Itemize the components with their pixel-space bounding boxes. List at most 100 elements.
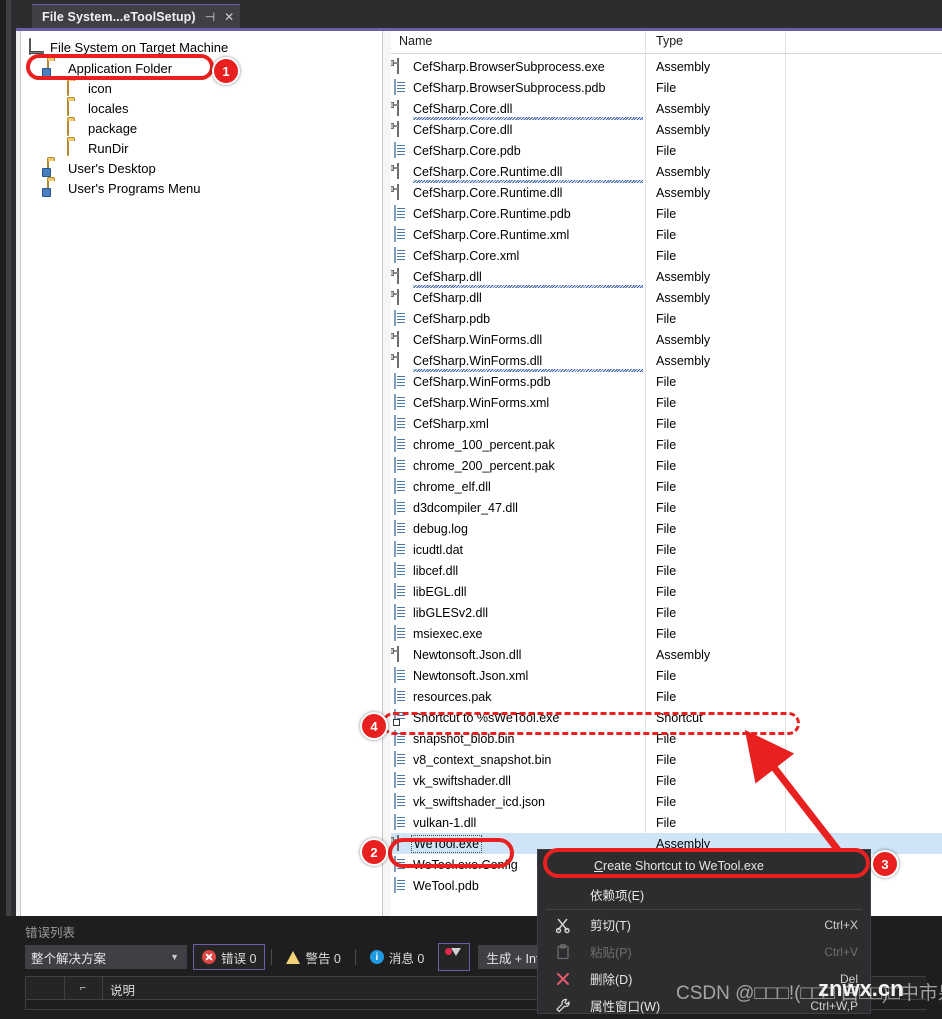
table-row[interactable]: CefSharp.Core.Runtime.xml File [391, 224, 942, 245]
messages-filter-button[interactable]: i 消息 0 [362, 944, 432, 970]
assembly-icon [394, 162, 410, 180]
file-type-cell: File [656, 227, 677, 242]
table-row[interactable]: icudtl.dat File [391, 539, 942, 560]
table-row[interactable]: CefSharp.Core.dll Assembly [391, 119, 942, 140]
file-name-cell: d3dcompiler_47.dll [413, 500, 518, 515]
file-name-cell: CefSharp.Core.Runtime.pdb [413, 206, 571, 221]
file-type-cell: File [656, 479, 677, 494]
table-row[interactable]: chrome_200_percent.pak File [391, 455, 942, 476]
file-type-cell: File [656, 395, 677, 410]
table-row[interactable]: CefSharp.dll Assembly [391, 287, 942, 308]
table-row[interactable]: CefSharp.Core.pdb File [391, 140, 942, 161]
pin-icon[interactable]: ⊣ [205, 11, 215, 23]
table-row[interactable]: libcef.dll File [391, 560, 942, 581]
tree-node-icon[interactable]: icon [67, 78, 112, 98]
column-header-type[interactable]: Type [656, 34, 683, 48]
file-type-cell: File [656, 668, 677, 683]
table-row[interactable]: CefSharp.Core.dll Assembly [391, 98, 942, 120]
table-row[interactable]: Newtonsoft.Json.dll Assembly [391, 644, 942, 665]
file-type-cell: File [656, 794, 677, 809]
table-row[interactable]: CefSharp.WinForms.pdb File [391, 371, 942, 392]
warnings-filter-button[interactable]: 警告 0 [278, 944, 348, 970]
file-icon [394, 204, 410, 222]
file-icon [394, 225, 410, 243]
table-row[interactable]: CefSharp.Core.Runtime.dll Assembly [391, 182, 942, 203]
table-row[interactable]: CefSharp.BrowserSubprocess.exe Assembly [391, 56, 942, 77]
menu-item-dependencies[interactable]: 依赖项(E) [538, 881, 870, 908]
file-name-cell: CefSharp.Core.xml [413, 248, 520, 263]
column-header-description[interactable]: 说明 [110, 980, 135, 999]
target-machine-tree[interactable]: File System on Target Machine Applicatio… [21, 31, 382, 916]
table-row[interactable]: snapshot_blob.bin File [391, 728, 942, 749]
menu-item-delete[interactable]: 删除(D) Del [538, 965, 870, 992]
tree-node-root[interactable]: File System on Target Machine [29, 37, 228, 57]
table-row[interactable]: CefSharp.BrowserSubprocess.pdb File [391, 77, 942, 98]
tree-node-package[interactable]: package [67, 118, 137, 138]
menu-item-create-shortcut[interactable]: Create Shortcut to WeTool.exe [538, 850, 870, 881]
tree-node-rundir[interactable]: RunDir [67, 138, 128, 158]
menu-item-properties-window[interactable]: 属性窗口(W) Ctrl+W,P [538, 992, 870, 1019]
table-row[interactable]: CefSharp.dll Assembly [391, 266, 942, 288]
tree-node-application-folder[interactable]: Application Folder [47, 58, 172, 78]
file-type-cell: File [656, 458, 677, 473]
tree-node-users-programs-menu[interactable]: User's Programs Menu [47, 178, 201, 198]
menu-item-cut[interactable]: 剪切(T) Ctrl+X [538, 911, 870, 938]
table-row[interactable]: vulkan-1.dll File [391, 812, 942, 833]
tree-node-locales[interactable]: locales [67, 98, 128, 118]
file-type-cell: File [656, 416, 677, 431]
table-row[interactable]: libEGL.dll File [391, 581, 942, 602]
assembly-icon [394, 120, 410, 138]
table-row[interactable]: Shortcut to %sWeTool.exe Shortcut [391, 707, 942, 728]
table-row[interactable]: v8_context_snapshot.bin File [391, 749, 942, 770]
table-row[interactable]: CefSharp.WinForms.dll Assembly [391, 350, 942, 372]
tree-node-users-desktop[interactable]: User's Desktop [47, 158, 156, 178]
file-name-cell: CefSharp.Core.Runtime.dll [413, 164, 563, 179]
file-system-editor: File System on Target Machine Applicatio… [16, 31, 942, 916]
scope-dropdown[interactable]: 整个解决方案 ▼ [25, 945, 187, 969]
sort-indicator-icon[interactable]: ⌐ [64, 977, 103, 999]
table-row[interactable]: CefSharp.Core.xml File [391, 245, 942, 266]
file-type-cell: File [656, 584, 677, 599]
file-type-cell: File [656, 689, 677, 704]
table-row[interactable]: CefSharp.pdb File [391, 308, 942, 329]
list-column-header: Name Type [391, 31, 942, 54]
folder-open-icon [47, 159, 63, 176]
table-row[interactable]: debug.log File [391, 518, 942, 539]
table-row[interactable]: resources.pak File [391, 686, 942, 707]
close-icon[interactable]: ✕ [224, 11, 234, 23]
file-type-cell: Assembly [656, 269, 711, 284]
file-type-cell: Assembly [656, 164, 711, 179]
assembly-icon [394, 183, 410, 201]
scope-dropdown-value: 整个解决方案 [31, 951, 107, 966]
table-row[interactable]: Newtonsoft.Json.xml File [391, 665, 942, 686]
table-row[interactable]: CefSharp.WinForms.dll Assembly [391, 329, 942, 350]
file-type-cell: File [656, 374, 677, 389]
context-menu[interactable]: Create Shortcut to WeTool.exe 依赖项(E) 剪切(… [537, 849, 871, 1014]
column-header-name[interactable]: Name [399, 34, 432, 48]
file-type-cell: File [656, 311, 677, 326]
table-row[interactable]: msiexec.exe File [391, 623, 942, 644]
document-tab-file-system[interactable]: File System...eToolSetup) ⊣ ✕ [32, 4, 241, 28]
table-row[interactable]: CefSharp.WinForms.xml File [391, 392, 942, 413]
table-row[interactable]: CefSharp.Core.Runtime.pdb File [391, 203, 942, 224]
file-name-cell: libGLESv2.dll [413, 605, 489, 620]
file-icon [394, 792, 410, 810]
file-icon [394, 687, 410, 705]
table-row[interactable]: d3dcompiler_47.dll File [391, 497, 942, 518]
table-row[interactable]: vk_swiftshader_icd.json File [391, 791, 942, 812]
computer-icon [29, 38, 45, 55]
filter-icon[interactable] [438, 943, 471, 971]
file-icon [394, 78, 410, 96]
table-row[interactable]: chrome_elf.dll File [391, 476, 942, 497]
table-row[interactable]: vk_swiftshader.dll File [391, 770, 942, 791]
table-row[interactable]: CefSharp.Core.Runtime.dll Assembly [391, 161, 942, 183]
file-type-cell: Assembly [656, 122, 711, 137]
folder-contents-list[interactable]: Name Type CefSharp.BrowserSubprocess.exe… [391, 31, 942, 916]
table-row[interactable]: libGLESv2.dll File [391, 602, 942, 623]
file-name-cell: CefSharp.Core.dll [413, 122, 513, 137]
document-tab-strip: File System...eToolSetup) ⊣ ✕ [16, 0, 942, 28]
errors-filter-button[interactable]: 错误 0 [193, 944, 266, 970]
table-row[interactable]: chrome_100_percent.pak File [391, 434, 942, 455]
table-row[interactable]: CefSharp.xml File [391, 413, 942, 434]
messages-label: 消息 0 [388, 951, 425, 966]
